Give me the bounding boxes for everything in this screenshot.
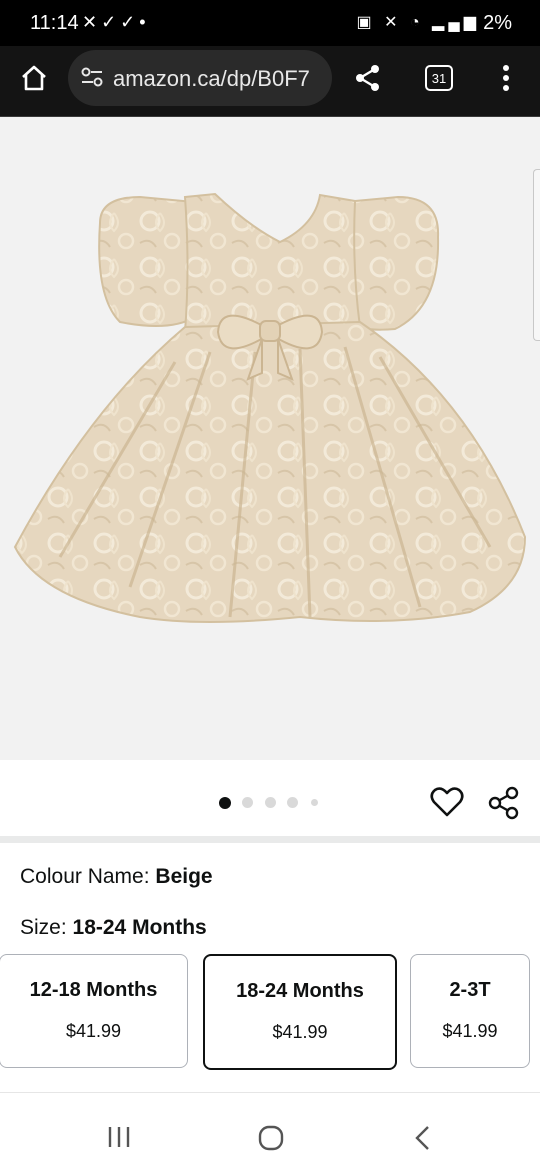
size-option-18-24[interactable]: 18-24 Months $41.99 — [203, 954, 397, 1070]
size-option-12-18[interactable]: 12-18 Months $41.99 — [0, 954, 188, 1068]
back-icon[interactable] — [412, 1125, 434, 1151]
heart-icon[interactable] — [430, 786, 464, 818]
status-bar: 11:14 ✕✓✓• ▣ ✕ ◔ ▂▄▆ 2% — [0, 0, 540, 46]
battery-level: 2% — [483, 12, 512, 34]
carousel-dot-1[interactable] — [219, 797, 231, 809]
size-label: Size: — [20, 916, 67, 939]
more-vert-icon[interactable] — [484, 56, 528, 100]
size-option-name: 18-24 Months — [236, 980, 364, 1002]
notification-icons: ✕✓✓• — [82, 12, 150, 32]
colour-line: Colour Name: Beige — [20, 865, 213, 889]
dress-image — [13, 192, 527, 623]
home-icon[interactable] — [12, 56, 56, 100]
product-image[interactable] — [0, 117, 540, 760]
size-option-price: $41.99 — [65, 1021, 122, 1041]
share-icon[interactable] — [487, 786, 521, 820]
tab-count: 31 — [425, 65, 453, 91]
tune-icon[interactable] — [80, 64, 104, 90]
system-nav-bar — [0, 1092, 540, 1171]
carousel-dot-2[interactable] — [242, 797, 253, 808]
carousel-dot-5[interactable] — [311, 799, 318, 806]
status-time: 11:14 — [30, 12, 79, 34]
image-scroll-handle[interactable] — [533, 169, 540, 341]
carousel-dot-4[interactable] — [287, 797, 298, 808]
recents-icon[interactable] — [106, 1125, 134, 1149]
size-option-price: $41.99 — [272, 1022, 328, 1042]
carousel-dot-3[interactable] — [265, 797, 276, 808]
url-text: amazon.ca/dp/B0F7 — [113, 66, 310, 91]
share-icon[interactable] — [346, 56, 390, 100]
size-value: 18-24 Months — [72, 916, 207, 939]
system-icons: ▣ ✕ ◔ ▂▄▆ — [356, 14, 480, 31]
address-bar[interactable]: amazon.ca/dp/B0F7 — [68, 50, 332, 106]
size-option-name: 12-18 Months — [29, 979, 158, 1001]
size-line: Size: 18-24 Months — [20, 916, 207, 940]
size-option-name: 2-3T — [449, 979, 491, 1001]
carousel-controls — [0, 760, 540, 843]
colour-value: Beige — [155, 865, 213, 888]
home-circle-icon[interactable] — [257, 1125, 285, 1151]
browser-toolbar: amazon.ca/dp/B0F7 31 — [0, 46, 540, 117]
size-option-2-3t[interactable]: 2-3T $41.99 — [410, 954, 530, 1068]
tab-switcher-icon[interactable]: 31 — [417, 56, 461, 100]
size-option-price: $41.99 — [442, 1021, 498, 1041]
colour-label: Colour Name: — [20, 865, 150, 888]
